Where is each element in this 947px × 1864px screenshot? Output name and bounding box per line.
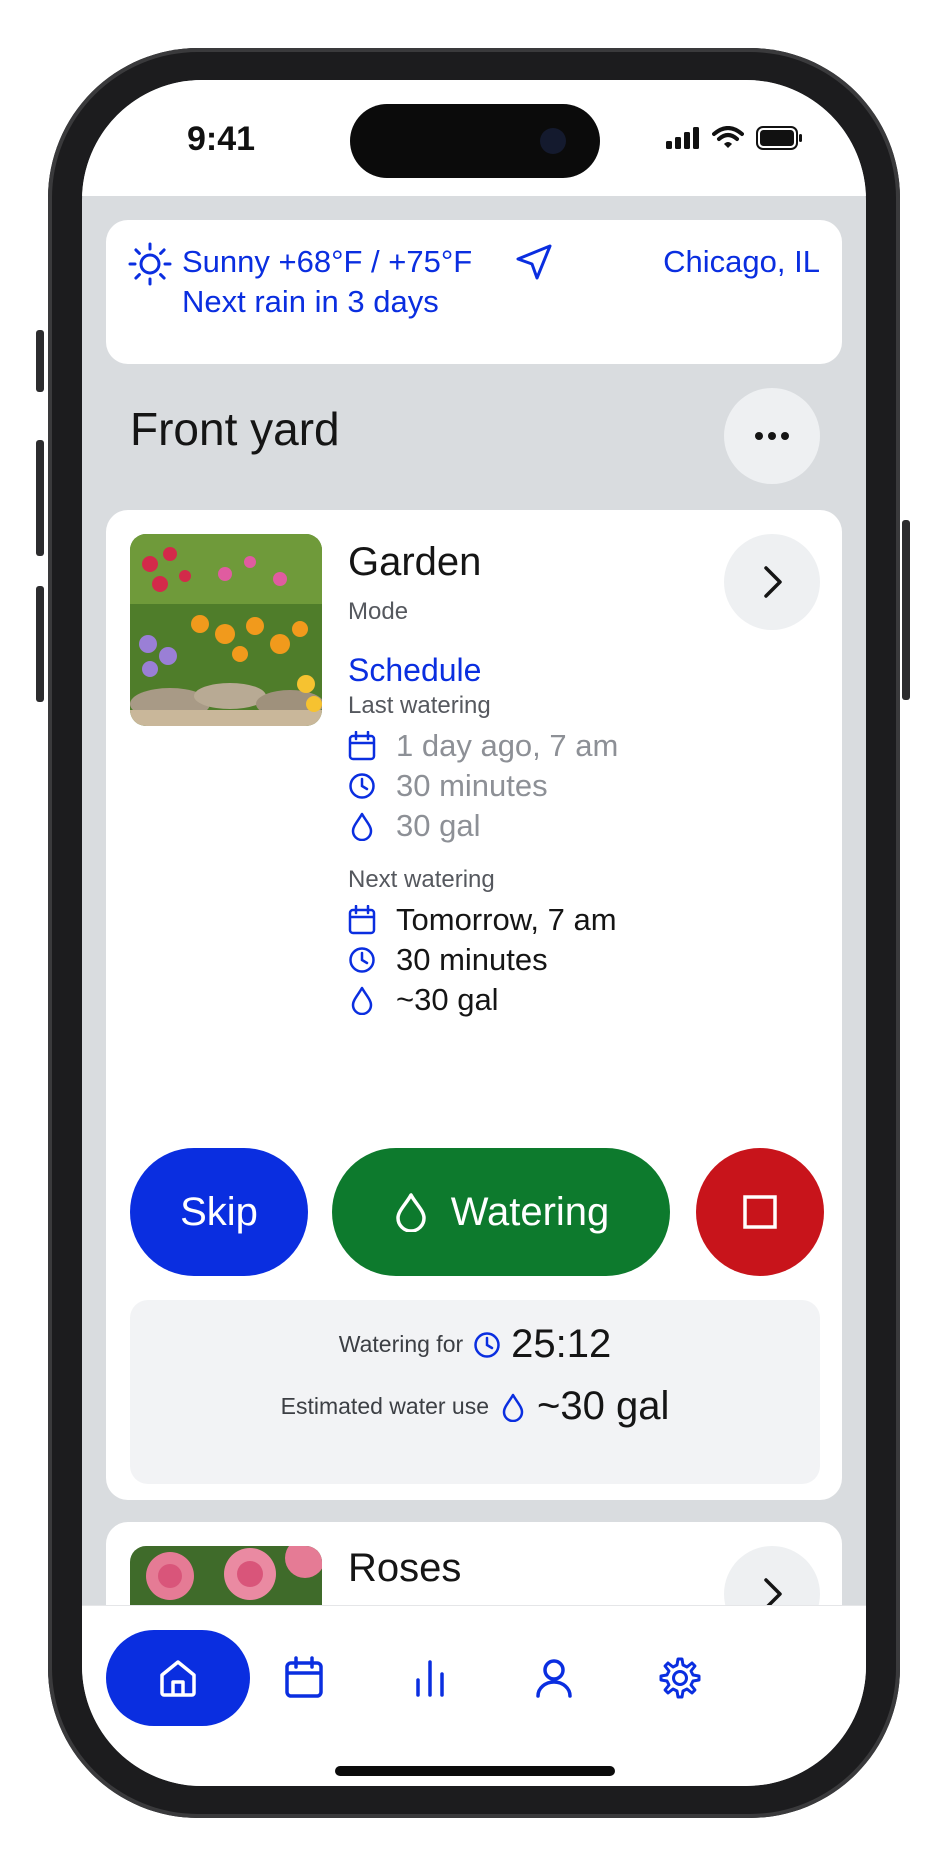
weather-card: Sunny +68°F / +75°F Next rain in 3 days …: [106, 220, 842, 364]
next-watering-volume: ~30 gal: [396, 982, 499, 1017]
more-options-button[interactable]: [724, 388, 820, 484]
last-watering-date-row: 1 day ago, 7 am: [348, 728, 618, 764]
last-watering-volume: 30 gal: [396, 808, 481, 843]
clock-icon: [474, 1331, 500, 1358]
volume-up-button: [36, 440, 44, 556]
next-watering-date-row: Tomorrow, 7 am: [348, 902, 617, 938]
volume-down-button: [36, 586, 44, 702]
nav-calendar[interactable]: [252, 1630, 356, 1726]
watering-timer: 25:12: [511, 1322, 612, 1366]
water-drop-icon: [351, 812, 373, 841]
last-watering-volume-row: 30 gal: [348, 808, 480, 844]
screen: 9:41 Sunny +68°F / +75°F Next rain in 3 …: [82, 80, 866, 1786]
next-watering-duration-row: 30 minutes: [348, 942, 548, 978]
calendar-icon: [348, 905, 376, 935]
battery-icon: [756, 126, 802, 150]
more-dots-icon: [755, 432, 789, 440]
clock-icon: [349, 947, 375, 973]
watering-for-row: Watering for 25:12: [130, 1322, 820, 1367]
profile-icon: [536, 1659, 572, 1698]
next-watering-date: Tomorrow, 7 am: [396, 902, 617, 937]
camera-icon: [540, 128, 566, 154]
skip-button[interactable]: Skip: [130, 1148, 308, 1276]
water-drop-icon: [395, 1193, 426, 1232]
mode-value[interactable]: Schedule: [348, 652, 481, 689]
wifi-icon: [712, 126, 744, 148]
bottom-nav: [82, 1605, 866, 1786]
location-label[interactable]: Chicago, IL: [663, 244, 820, 280]
watering-status-panel: Watering for 25:12 Estimated water use ~…: [130, 1300, 820, 1484]
status-icons: [666, 126, 804, 150]
power-button: [902, 520, 910, 700]
next-watering-duration: 30 minutes: [396, 942, 548, 977]
action-button: [36, 330, 44, 392]
next-rain: Next rain in 3 days: [182, 284, 439, 319]
nav-profile[interactable]: [502, 1630, 606, 1726]
estimated-use-value: ~30 gal: [537, 1384, 670, 1428]
stop-button[interactable]: [696, 1148, 824, 1276]
zone2-name: Roses: [348, 1546, 462, 1590]
signal-icon: [666, 127, 699, 149]
estimated-use-row: Estimated water use ~30 gal: [130, 1384, 820, 1429]
water-drop-icon: [502, 1393, 524, 1422]
watering-for-label: Watering for: [338, 1331, 464, 1357]
status-time: 9:41: [187, 120, 256, 158]
next-watering-label: Next watering: [348, 866, 495, 893]
watering-button-label: Watering: [450, 1189, 610, 1234]
last-watering-duration-row: 30 minutes: [348, 768, 548, 804]
stats-icon: [416, 1660, 444, 1697]
nav-settings[interactable]: [628, 1630, 732, 1726]
dynamic-island: [350, 104, 600, 178]
nav-home[interactable]: [106, 1630, 250, 1726]
sun-icon: [128, 242, 172, 286]
calendar-icon: [348, 731, 376, 761]
location-arrow-icon[interactable]: [514, 242, 554, 282]
home-indicator: [335, 1766, 615, 1776]
weather-condition: Sunny +68°F / +75°F: [182, 244, 473, 279]
home-icon: [160, 1660, 196, 1697]
last-watering-label: Last watering: [348, 692, 491, 719]
section-title: Front yard: [130, 403, 340, 455]
chevron-right-icon: [764, 566, 782, 598]
garden-photo: [130, 534, 322, 726]
settings-icon: [659, 1657, 701, 1699]
status-bar: 9:41: [82, 80, 866, 196]
water-drop-icon: [351, 986, 373, 1015]
stop-icon: [743, 1195, 777, 1229]
zone-card: Garden Mode Schedule Last watering 1 day…: [106, 510, 842, 1500]
last-watering-duration: 30 minutes: [396, 768, 548, 803]
zone-details-button[interactable]: [724, 534, 820, 630]
clock-icon: [349, 773, 375, 799]
estimated-use-label: Estimated water use: [280, 1393, 490, 1419]
last-watering-date: 1 day ago, 7 am: [396, 728, 619, 763]
zone-name: Garden: [348, 540, 482, 584]
nav-stats[interactable]: [378, 1630, 482, 1726]
watering-button[interactable]: Watering: [332, 1148, 670, 1276]
next-watering-volume-row: ~30 gal: [348, 982, 499, 1018]
mode-label: Mode: [348, 598, 409, 625]
calendar-icon: [285, 1656, 323, 1698]
